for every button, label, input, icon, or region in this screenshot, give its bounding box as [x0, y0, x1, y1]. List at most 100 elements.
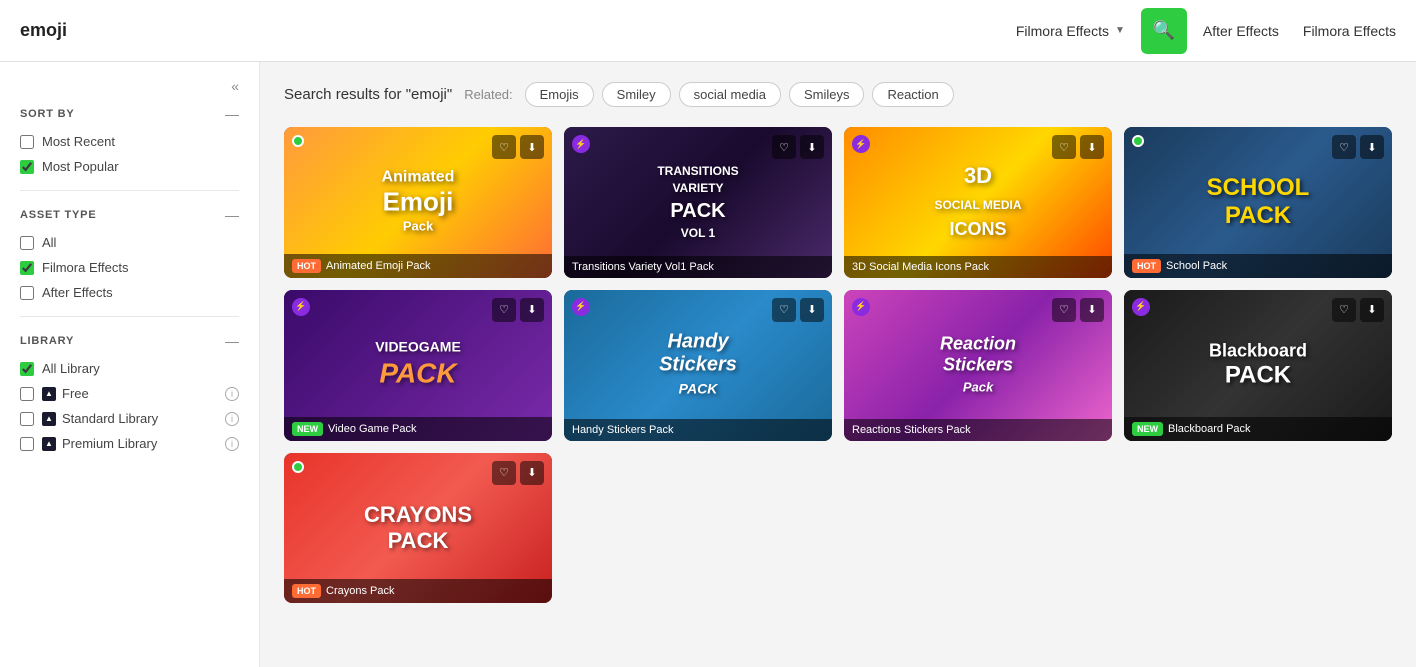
shield-icon-standard: ▲ [42, 412, 56, 426]
grid-item-3[interactable]: 3DSOCIAL MEDIAICONS ⚡ ♡ ⬇ 3D Social Medi… [844, 127, 1112, 278]
item-title-6: Handy Stickers Pack [564, 419, 832, 441]
library-standard[interactable]: ▲ Standard Library i [20, 411, 239, 426]
lightning-badge-2: ⚡ [572, 135, 590, 153]
tag-reaction[interactable]: Reaction [872, 82, 953, 107]
asset-type-title: ASSET TYPE [20, 209, 96, 221]
library-all[interactable]: All Library [20, 361, 239, 376]
sidebar-collapse-button[interactable]: « [20, 78, 239, 94]
library-standard-checkbox[interactable] [20, 412, 34, 426]
tag-emojis[interactable]: Emojis [525, 82, 594, 107]
grid-item-9[interactable]: CRAYONSPACK ♡ ⬇ HOT Crayons Pack [284, 453, 552, 604]
thumb-text-7: ReactionStickersPack [940, 334, 1016, 397]
download-icon-2[interactable]: ⬇ [800, 135, 824, 159]
asset-filmora-effects[interactable]: Filmora Effects [20, 260, 239, 275]
heart-icon-2[interactable]: ♡ [772, 135, 796, 159]
download-icon-9[interactable]: ⬇ [520, 461, 544, 485]
thumb-text-6: HandyStickersPACK [659, 331, 737, 400]
search-results-text: Search results for "emoji" [284, 86, 452, 103]
shield-icon-free: ▲ [42, 387, 56, 401]
item-title-9: HOT Crayons Pack [284, 579, 552, 603]
sort-by-collapse-icon[interactable]: — [225, 106, 239, 122]
grid-item-8[interactable]: BlackboardPACK ⚡ ♡ ⬇ NEW Blackboard Pack [1124, 290, 1392, 441]
heart-icon-7[interactable]: ♡ [1052, 298, 1076, 322]
heart-icon-6[interactable]: ♡ [772, 298, 796, 322]
filter-dropdown[interactable]: Filmora Effects ▼ [1016, 23, 1125, 39]
collapse-icon: « [231, 78, 239, 94]
thumb-text-4: SCHOOLPACK [1207, 174, 1310, 230]
download-icon-3[interactable]: ⬇ [1080, 135, 1104, 159]
sort-most-recent[interactable]: Most Recent [20, 134, 239, 149]
divider-1 [20, 190, 239, 191]
tag-social-media[interactable]: social media [679, 82, 781, 107]
download-icon-4[interactable]: ⬇ [1360, 135, 1384, 159]
item-label-6: Handy Stickers Pack [572, 424, 673, 436]
asset-all-checkbox[interactable] [20, 236, 34, 250]
grid-item-6[interactable]: HandyStickersPACK ⚡ ♡ ⬇ Handy Stickers P… [564, 290, 832, 441]
library-collapse-icon[interactable]: — [225, 333, 239, 349]
item-label-1: Animated Emoji Pack [326, 260, 431, 272]
asset-type-collapse-icon[interactable]: — [225, 207, 239, 223]
library-premium-label-wrap: ▲ Premium Library [42, 436, 157, 451]
tag-smileys[interactable]: Smileys [789, 82, 865, 107]
heart-icon-4[interactable]: ♡ [1332, 135, 1356, 159]
standard-info-icon[interactable]: i [225, 412, 239, 426]
asset-filmora-checkbox[interactable] [20, 261, 34, 275]
tag-smiley[interactable]: Smiley [602, 82, 671, 107]
grid-item-4[interactable]: SCHOOLPACK ♡ ⬇ HOT School Pack [1124, 127, 1392, 278]
results-grid: AnimatedEmojiPack ♡ ⬇ HOT Animated Emoji… [284, 127, 1392, 603]
library-section: LIBRARY — [20, 333, 239, 349]
divider-2 [20, 316, 239, 317]
download-icon-6[interactable]: ⬇ [800, 298, 824, 322]
sort-most-popular-checkbox[interactable] [20, 160, 34, 174]
heart-icon-8[interactable]: ♡ [1332, 298, 1356, 322]
download-icon-8[interactable]: ⬇ [1360, 298, 1384, 322]
item-title-7: Reactions Stickers Pack [844, 419, 1112, 441]
item-label-9: Crayons Pack [326, 585, 394, 597]
logo: emoji [20, 20, 67, 41]
heart-icon-1[interactable]: ♡ [492, 135, 516, 159]
related-tags: Emojis Smiley social media Smileys React… [525, 82, 954, 107]
grid-item-5[interactable]: VIDEOGAMEPACK ⚡ ♡ ⬇ NEW Video Game Pack [284, 290, 552, 441]
sidebar: « SORT BY — Most Recent Most Popular ASS… [0, 62, 260, 667]
heart-icon-3[interactable]: ♡ [1052, 135, 1076, 159]
sort-by-title: SORT BY [20, 108, 75, 120]
asset-after-effects[interactable]: After Effects [20, 285, 239, 300]
library-all-checkbox[interactable] [20, 362, 34, 376]
item-title-2: Transitions Variety Vol1 Pack [564, 256, 832, 278]
main-content: Search results for "emoji" Related: Emoj… [260, 62, 1416, 667]
library-all-label: All Library [42, 361, 100, 376]
item-title-8: NEW Blackboard Pack [1124, 417, 1392, 441]
sort-most-popular[interactable]: Most Popular [20, 159, 239, 174]
sort-most-recent-label: Most Recent [42, 134, 115, 149]
free-info-icon[interactable]: i [225, 387, 239, 401]
library-free[interactable]: ▲ Free i [20, 386, 239, 401]
asset-filmora-label: Filmora Effects [42, 260, 128, 275]
nav-after-effects[interactable]: After Effects [1203, 19, 1279, 43]
lightning-badge-3: ⚡ [852, 135, 870, 153]
library-free-checkbox[interactable] [20, 387, 34, 401]
asset-after-effects-label: After Effects [42, 285, 113, 300]
grid-item-2[interactable]: TRANSITIONSVARIETYPACKVOL 1 ⚡ ♡ ⬇ Transi… [564, 127, 832, 278]
sort-most-recent-checkbox[interactable] [20, 135, 34, 149]
library-premium-checkbox[interactable] [20, 437, 34, 451]
library-free-label-wrap: ▲ Free [42, 386, 89, 401]
item-label-3: 3D Social Media Icons Pack [852, 261, 989, 273]
download-icon-1[interactable]: ⬇ [520, 135, 544, 159]
asset-all[interactable]: All [20, 235, 239, 250]
library-premium[interactable]: ▲ Premium Library i [20, 436, 239, 451]
filter-dropdown-label: Filmora Effects [1016, 23, 1109, 39]
nav-filmora-effects[interactable]: Filmora Effects [1303, 19, 1396, 43]
grid-item-7[interactable]: ReactionStickersPack ⚡ ♡ ⬇ Reactions Sti… [844, 290, 1112, 441]
asset-after-effects-checkbox[interactable] [20, 286, 34, 300]
download-icon-5[interactable]: ⬇ [520, 298, 544, 322]
library-free-label: Free [62, 386, 89, 401]
item-label-5: Video Game Pack [328, 423, 416, 435]
grid-item-1[interactable]: AnimatedEmojiPack ♡ ⬇ HOT Animated Emoji… [284, 127, 552, 278]
search-button[interactable]: 🔍 [1141, 8, 1187, 54]
premium-info-icon[interactable]: i [225, 437, 239, 451]
thumb-text-1: AnimatedEmojiPack [382, 169, 455, 236]
library-title: LIBRARY [20, 335, 74, 347]
heart-icon-9[interactable]: ♡ [492, 461, 516, 485]
download-icon-7[interactable]: ⬇ [1080, 298, 1104, 322]
heart-icon-5[interactable]: ♡ [492, 298, 516, 322]
